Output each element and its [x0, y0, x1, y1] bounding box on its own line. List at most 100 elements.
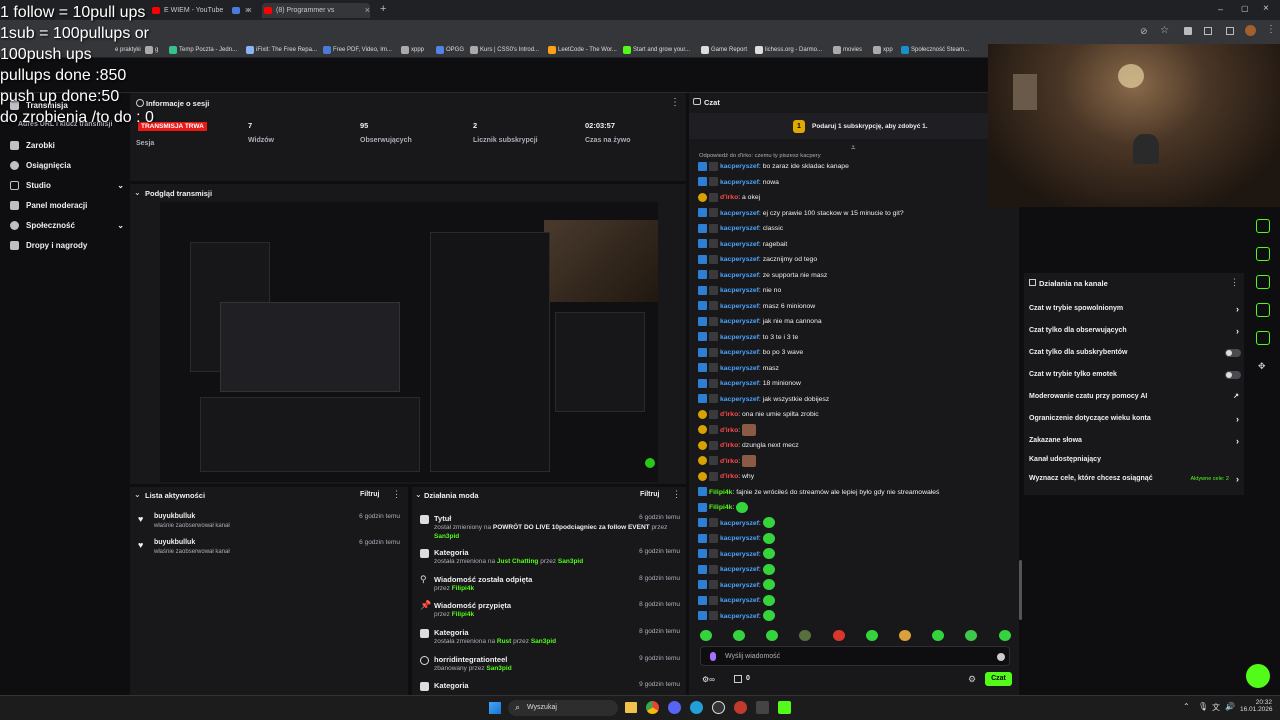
emote-icon[interactable] [899, 630, 911, 641]
chat-username[interactable]: kacperyszef [720, 287, 759, 294]
bookmark-item[interactable]: xppp [400, 43, 424, 57]
channel-setting-goals[interactable]: Wyznacz cele, które chcesz osiągnąć Aktyw… [1029, 472, 1241, 486]
subs-only-toggle[interactable] [1225, 349, 1241, 357]
browser-tab-mail[interactable]: × [230, 3, 252, 18]
chat-settings-icon[interactable]: ⚙∞ [702, 675, 715, 684]
chat-scrollbar[interactable] [1019, 560, 1022, 620]
extension-icon[interactable] [1184, 27, 1192, 35]
taskbar-clock[interactable]: 20:32 16.01.2026 [1240, 699, 1273, 713]
chat-username[interactable]: d'irko [720, 411, 738, 418]
chat-username[interactable]: d'irko [720, 427, 738, 434]
tray-chevron-icon[interactable]: ⌃ [1183, 702, 1190, 711]
chevron-down-icon[interactable]: ⌄ [134, 188, 141, 197]
bookmark-item[interactable]: Społeczność Steam... [900, 43, 969, 57]
chat-username[interactable]: Filipi4k [709, 489, 732, 496]
chat-username[interactable]: kacperyszef [720, 535, 759, 542]
chat-username[interactable]: kacperyszef [720, 179, 759, 186]
app-icon[interactable] [734, 701, 747, 714]
language-icon[interactable]: 文 [1212, 702, 1220, 713]
emote-icon[interactable] [932, 630, 944, 641]
sidepanel-icon[interactable] [1204, 27, 1212, 35]
help-chat-button[interactable] [1246, 664, 1270, 688]
chat-username[interactable]: d'irko [720, 442, 738, 449]
chat-username[interactable]: kacperyszef [720, 520, 759, 527]
rail-button-tools[interactable] [1256, 331, 1270, 345]
chat-username[interactable]: kacperyszef [720, 365, 759, 372]
discord-icon[interactable] [668, 701, 681, 714]
chrome-icon[interactable] [646, 701, 659, 714]
new-tab-button[interactable]: + [380, 3, 386, 15]
bookmark-item[interactable]: Temp Poczta - Jedn... [168, 43, 237, 57]
chat-username[interactable]: kacperyszef [720, 380, 759, 387]
emote-only-toggle[interactable] [1225, 371, 1241, 379]
sidebar-item-panel-moderacji[interactable]: Panel moderacji [10, 199, 124, 213]
emote-icon[interactable] [965, 630, 977, 641]
maximize-button[interactable]: ▢ [1241, 4, 1249, 13]
emote-icon[interactable] [999, 630, 1011, 641]
download-icon[interactable] [1226, 27, 1234, 35]
star-icon[interactable]: ☆ [1160, 25, 1169, 36]
more-options-icon[interactable]: ⋮ [1230, 277, 1239, 288]
kick-icon[interactable] [778, 701, 791, 714]
emote-icon[interactable] [799, 630, 811, 641]
channel-setting-ai-moderation[interactable]: Moderowanie czatu przy pomocy AI ↗ [1029, 390, 1241, 404]
filter-button[interactable]: Filtruj [640, 491, 659, 498]
chat-username[interactable]: kacperyszef [720, 582, 759, 589]
more-options-icon[interactable]: ⋮ [672, 489, 681, 500]
sidebar-item-zarobki[interactable]: Zarobki [10, 139, 124, 153]
rail-button-more[interactable]: ✥ [1258, 361, 1266, 372]
telegram-icon[interactable] [690, 701, 703, 714]
taskbar-search[interactable]: ⌕ Wyszukaj [508, 700, 618, 716]
chat-username[interactable]: kacperyszef [720, 597, 759, 604]
channel-setting-followers-only[interactable]: Czat tylko dla obserwujących › [1029, 324, 1241, 338]
bookmark-item[interactable]: Free PDF, Video, Im... [322, 43, 392, 57]
emote-icon[interactable] [833, 630, 845, 641]
channel-setting-subs-only[interactable]: Czat tylko dla subskrybentów [1029, 346, 1241, 360]
emoji-icon[interactable] [997, 653, 1005, 661]
close-tab-icon[interactable]: × [365, 3, 370, 18]
chevron-down-icon[interactable]: ⌄ [134, 490, 141, 499]
channel-setting-banned-words[interactable]: Zakazane słowa › [1029, 434, 1241, 448]
eye-off-icon[interactable]: ⊘ [1140, 26, 1150, 36]
bookmark-item[interactable]: Start and grow your... [622, 43, 690, 57]
file-explorer-icon[interactable] [625, 702, 637, 713]
channel-setting-account-age[interactable]: Ograniczenie dotyczące wieku konta › [1029, 412, 1241, 426]
bookmark-item[interactable]: lichess.org - Darmo... [754, 43, 822, 57]
channel-setting-host[interactable]: Kanał udostępniający [1029, 453, 1241, 467]
chat-username[interactable]: kacperyszef [720, 613, 759, 620]
bookmark-item[interactable]: OPGG [435, 43, 464, 57]
chevron-down-icon[interactable]: ⌄ [415, 490, 422, 499]
chat-username[interactable]: kacperyszef [720, 210, 759, 217]
emote-icon[interactable] [733, 630, 745, 641]
chat-username[interactable]: d'irko [720, 458, 738, 465]
rail-button-chat[interactable] [1256, 247, 1270, 261]
chat-username[interactable]: kacperyszef [720, 303, 759, 310]
chat-username[interactable]: kacperyszef [720, 256, 759, 263]
rail-button-notes[interactable] [1256, 219, 1270, 233]
chat-username[interactable]: kacperyszef [720, 241, 759, 248]
sidebar-item-spolecznosc[interactable]: Społeczność ⌄ [10, 219, 124, 233]
filter-button[interactable]: Filtruj [360, 491, 379, 498]
rail-button-layout[interactable] [1256, 303, 1270, 317]
bookmark-item[interactable]: Game Report [700, 43, 747, 57]
channel-setting-emote-only[interactable]: Czat w trybie tylko emotek [1029, 368, 1241, 382]
gear-icon[interactable]: ⚙ [968, 674, 976, 685]
windows-start-icon[interactable] [489, 702, 501, 714]
send-chat-button[interactable]: Czat [985, 672, 1012, 686]
activity-user[interactable]: buyukbulluk [154, 539, 195, 546]
more-options-icon[interactable]: ⋮ [392, 489, 401, 500]
emote-icon[interactable] [766, 630, 778, 641]
more-options-icon[interactable]: ⋮ [670, 97, 680, 108]
rail-button-link[interactable] [1256, 275, 1270, 289]
sub-promo-banner[interactable]: 1 Podaruj 1 subskrypcję, aby zdobyć 1. [689, 113, 1019, 139]
minimize-button[interactable]: – [1218, 4, 1223, 14]
bookmark-item[interactable]: iFixit: The Free Repa... [245, 43, 317, 57]
chat-username[interactable]: kacperyszef [720, 225, 759, 232]
chat-username[interactable]: kacperyszef [720, 566, 759, 573]
browser-tab-programmer[interactable]: (8) Programmer vs Runescape × [262, 3, 370, 29]
emote-icon[interactable] [866, 630, 878, 641]
channel-setting-slow-mode[interactable]: Czat w trybie spowolnionym › [1029, 302, 1241, 316]
sidebar-item-dropy[interactable]: Dropy i nagrody [10, 239, 124, 253]
bookmark-item[interactable]: movies [832, 43, 862, 57]
app-icon[interactable] [756, 701, 769, 714]
